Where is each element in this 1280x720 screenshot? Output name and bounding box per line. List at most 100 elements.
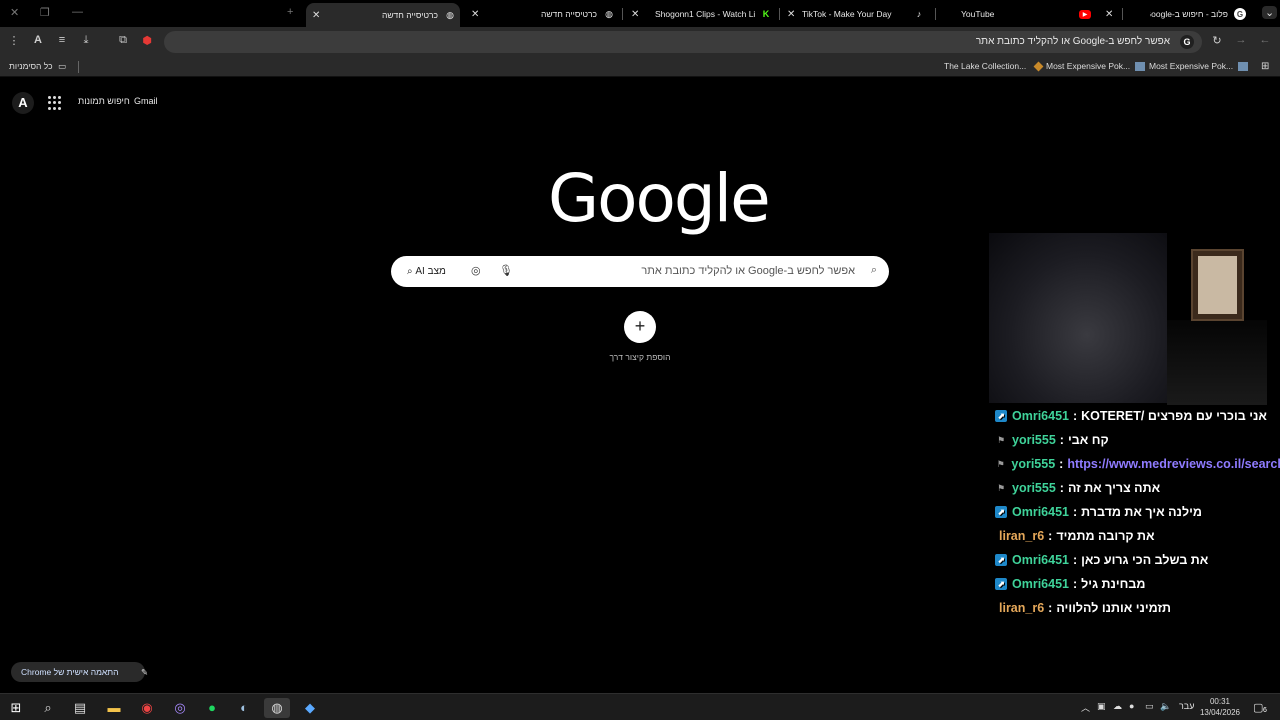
obs-icon[interactable]: ◍ — [264, 698, 290, 718]
tab-divider — [779, 8, 780, 20]
chrome-icon: ◍ — [605, 8, 613, 19]
chrome-icon[interactable]: ◉ — [137, 698, 157, 718]
ai-mode-button[interactable]: מצב AI ⌕ — [399, 262, 454, 281]
tab-google-search[interactable]: G פלוב - חיפוש ב-Google — [1126, 3, 1250, 25]
bookmark-favicon — [1135, 62, 1146, 72]
file-explorer-icon[interactable]: ▬ — [104, 698, 124, 718]
chat-separator: : — [1059, 481, 1064, 495]
chat-separator: : — [1072, 409, 1078, 423]
close-tab-icon[interactable]: ✕ — [1105, 9, 1113, 20]
chat-username: yori555 — [1012, 481, 1056, 495]
add-shortcut-label: הוספת קיצור דרך — [609, 352, 671, 362]
folder-icon: ▭ — [57, 61, 66, 71]
chat-badge-icon: ⬈ — [995, 410, 1007, 422]
chat-message-text: תזמיני אותנו להלוויה — [1056, 601, 1172, 615]
chat-message: liran_r6: תזמיני אותנו להלוויה — [995, 596, 1280, 620]
bookmark-pokemon-1[interactable]: Most Expensive Pok... — [1046, 61, 1146, 72]
tray-chevron-icon[interactable]: ︿ — [1081, 701, 1090, 714]
extension-red-icon[interactable]: ⬢ — [140, 34, 154, 47]
tab-new-tab-active[interactable]: ✕ כרטיסייה חדשה ◍ — [306, 3, 460, 27]
windows-start-icon[interactable]: ⊞ — [6, 698, 26, 718]
clock[interactable]: 00:31 13/04/2026 — [1200, 696, 1240, 718]
minimize-window-icon[interactable]: — — [72, 6, 83, 18]
tab-tiktok[interactable]: ✕ ♪ TikTok - Make Your Day — [781, 3, 931, 25]
network-icon[interactable]: ▭ — [1145, 701, 1154, 712]
new-tab-icon[interactable]: + — [287, 6, 293, 18]
reload-icon[interactable]: ↻ — [1210, 34, 1224, 47]
close-tab-icon[interactable]: ✕ — [787, 9, 795, 20]
bookmark-favicon — [1033, 61, 1044, 72]
chat-separator: : — [1072, 505, 1078, 519]
chat-message: ⚑ yori555: https://www.medreviews.co.il/se… — [995, 452, 1280, 476]
chrome-icon: ◍ — [446, 9, 454, 20]
close-window-icon[interactable]: ✕ — [10, 6, 19, 19]
bookmark-lake-collection[interactable]: The Lake Collection... — [944, 61, 1044, 72]
account-avatar[interactable]: A — [12, 92, 34, 114]
chat-message-text: מילנה איך את מדברת — [1081, 505, 1202, 519]
search-icon[interactable]: ⌕ — [38, 698, 58, 718]
apps-grid-icon[interactable]: ⊞ — [1261, 61, 1269, 72]
chat-separator: : — [1048, 529, 1053, 543]
google-apps-icon[interactable] — [48, 96, 62, 110]
steam-icon[interactable]: ◐ — [234, 698, 254, 718]
add-shortcut-button[interactable]: + — [624, 311, 656, 343]
chat-separator: : — [1072, 577, 1078, 591]
discord-icon[interactable]: ◎ — [170, 698, 190, 718]
close-tab-icon[interactable]: ✕ — [631, 9, 639, 20]
ai-sparkle-icon: ⌕ — [407, 266, 413, 277]
google-logo: Google — [548, 160, 771, 237]
language-indicator[interactable]: עבר — [1179, 701, 1194, 711]
profile-icon[interactable]: A — [31, 34, 45, 46]
tab-youtube[interactable]: ✕ ▶ YouTube — [939, 3, 1119, 25]
bookmark-favicon — [1238, 62, 1249, 72]
tab-divider — [1122, 8, 1123, 20]
all-bookmarks-folder[interactable]: כל הסימניות ▭ — [9, 61, 66, 72]
microphone-icon[interactable]: ● — [1129, 701, 1134, 711]
restore-window-icon[interactable]: ❐ — [40, 6, 50, 19]
extensions-icon[interactable]: ⧉ — [116, 34, 130, 47]
webcam-feed — [989, 233, 1167, 403]
volume-icon[interactable]: 🔈 — [1160, 701, 1171, 712]
gmail-link[interactable]: Gmail — [134, 96, 158, 106]
chat-badge-gray-icon: ⚑ — [996, 483, 1006, 493]
chat-username: yori555 — [1011, 457, 1056, 471]
chat-message: ⬈ Omri6451: מבחינת גיל — [995, 572, 1280, 596]
close-tab-icon[interactable]: ✕ — [471, 9, 479, 20]
youtube-icon: ▶ — [1079, 9, 1091, 19]
google-icon: G — [1234, 8, 1246, 20]
google-lens-icon[interactable]: ◎ — [471, 264, 481, 277]
spotify-icon[interactable]: ● — [202, 698, 222, 718]
tab-new-tab[interactable]: ✕ כרטיסייה חדשה ◍ — [465, 3, 619, 25]
chat-badge-icon: ⬈ — [995, 554, 1007, 566]
chat-message-link[interactable]: https://www.medreviews.co.il/search — [1067, 457, 1280, 471]
close-tab-icon[interactable]: ✕ — [312, 10, 320, 21]
pencil-icon: ✎ — [141, 667, 149, 677]
menu-kebab-icon[interactable]: ⋮ — [7, 34, 21, 47]
chat-message-text: את קרובה מתמיד — [1056, 529, 1155, 543]
reading-list-icon[interactable]: ≡ — [55, 34, 69, 46]
notifications-icon[interactable]: ▢ — [1253, 701, 1263, 714]
chat-message: ⬈ Omri6451: מילנה איך את מדברת — [995, 500, 1280, 524]
microphone-icon[interactable]: 🎙 — [499, 264, 513, 277]
tab-kick[interactable]: ✕ K Shogonn1 Clips - Watch Live — [625, 3, 775, 25]
address-bar[interactable]: G אפשר לחפש ב-Google או להקליד כתובת אתר — [164, 31, 1202, 53]
app-diamond-icon[interactable]: ◆ — [300, 698, 320, 718]
search-icon: ⌕ — [870, 264, 877, 276]
customize-chrome-button[interactable]: התאמה אישית של Chrome ✎ — [11, 662, 149, 682]
tab-search-chevron-icon[interactable]: ⌄ — [1262, 6, 1278, 19]
bookmarks-bar: כל הסימניות ▭ The Lake Collection... Mos… — [0, 57, 1280, 77]
tray-app-icon[interactable]: ▣ — [1097, 701, 1106, 712]
back-icon[interactable]: ← — [1258, 34, 1272, 46]
chat-message-text: את בשלב הכי גרוע כאן — [1081, 553, 1209, 567]
chat-username: Omri6451 — [1012, 409, 1069, 423]
google-icon: G — [1180, 35, 1194, 49]
tray-app-icon[interactable]: ☁ — [1113, 701, 1122, 712]
search-box[interactable]: ⌕ אפשר לחפש ב-Google או להקליד כתובת אתר… — [391, 256, 889, 287]
chat-message-text: קח אבי — [1067, 433, 1109, 447]
task-view-icon[interactable]: ▤ — [70, 698, 90, 718]
chat-badge-gray-icon: ⚑ — [996, 459, 1005, 469]
forward-icon[interactable]: → — [1234, 34, 1248, 46]
images-link[interactable]: חיפוש תמונות — [78, 96, 130, 106]
download-icon[interactable]: ⤓ — [79, 34, 93, 47]
bookmark-pokemon-2[interactable]: Most Expensive Pok... — [1149, 61, 1249, 72]
